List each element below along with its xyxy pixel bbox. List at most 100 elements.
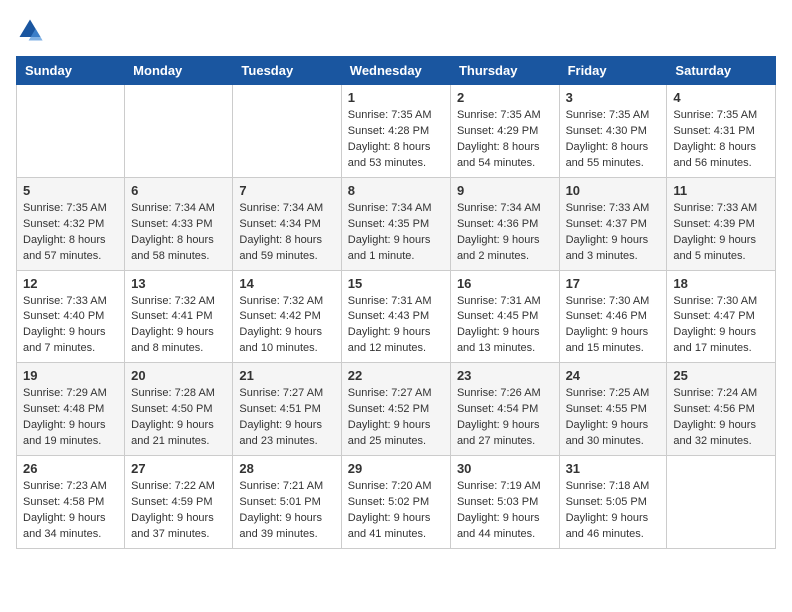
- day-info: Sunrise: 7:34 AM Sunset: 4:35 PM Dayligh…: [348, 201, 444, 265]
- day-info: Sunrise: 7:28 AM Sunset: 4:50 PM Dayligh…: [131, 386, 226, 450]
- day-info: Sunrise: 7:21 AM Sunset: 5:01 PM Dayligh…: [239, 479, 334, 543]
- day-info: Sunrise: 7:32 AM Sunset: 4:41 PM Dayligh…: [131, 294, 226, 358]
- day-number: 30: [457, 461, 553, 476]
- calendar-cell: 30 Sunrise: 7:19 AM Sunset: 5:03 PM Dayli…: [450, 456, 559, 549]
- calendar-cell: 21 Sunrise: 7:27 AM Sunset: 4:51 PM Dayli…: [233, 363, 341, 456]
- logo: [16, 16, 48, 44]
- calendar-cell: 4 Sunrise: 7:35 AM Sunset: 4:31 PM Daylig…: [667, 85, 776, 178]
- calendar-cell: 24 Sunrise: 7:25 AM Sunset: 4:55 PM Dayli…: [559, 363, 667, 456]
- day-number: 18: [673, 276, 769, 291]
- calendar-week-row: 5 Sunrise: 7:35 AM Sunset: 4:32 PM Daylig…: [17, 177, 776, 270]
- day-info: Sunrise: 7:31 AM Sunset: 4:45 PM Dayligh…: [457, 294, 553, 358]
- day-info: Sunrise: 7:34 AM Sunset: 4:34 PM Dayligh…: [239, 201, 334, 265]
- day-info: Sunrise: 7:33 AM Sunset: 4:39 PM Dayligh…: [673, 201, 769, 265]
- day-of-week-header: Monday: [125, 57, 233, 85]
- day-number: 23: [457, 368, 553, 383]
- day-number: 11: [673, 183, 769, 198]
- calendar-week-row: 12 Sunrise: 7:33 AM Sunset: 4:40 PM Dayli…: [17, 270, 776, 363]
- day-of-week-header: Thursday: [450, 57, 559, 85]
- day-info: Sunrise: 7:29 AM Sunset: 4:48 PM Dayligh…: [23, 386, 118, 450]
- calendar-cell: 19 Sunrise: 7:29 AM Sunset: 4:48 PM Dayli…: [17, 363, 125, 456]
- day-number: 5: [23, 183, 118, 198]
- day-number: 7: [239, 183, 334, 198]
- day-info: Sunrise: 7:20 AM Sunset: 5:02 PM Dayligh…: [348, 479, 444, 543]
- calendar-cell: [125, 85, 233, 178]
- day-number: 22: [348, 368, 444, 383]
- calendar-cell: 10Sunrise: 7:33 AM Sunset: 4:37 PM Dayli…: [559, 177, 667, 270]
- day-info: Sunrise: 7:25 AM Sunset: 4:55 PM Dayligh…: [566, 386, 661, 450]
- day-info: Sunrise: 7:32 AM Sunset: 4:42 PM Dayligh…: [239, 294, 334, 358]
- calendar-week-row: 1Sunrise: 7:35 AM Sunset: 4:28 PM Daylig…: [17, 85, 776, 178]
- day-info: Sunrise: 7:18 AM Sunset: 5:05 PM Dayligh…: [566, 479, 661, 543]
- day-number: 10: [566, 183, 661, 198]
- day-info: Sunrise: 7:35 AM Sunset: 4:32 PM Dayligh…: [23, 201, 118, 265]
- calendar-cell: 14 Sunrise: 7:32 AM Sunset: 4:42 PM Dayli…: [233, 270, 341, 363]
- day-info: Sunrise: 7:19 AM Sunset: 5:03 PM Dayligh…: [457, 479, 553, 543]
- day-number: 29: [348, 461, 444, 476]
- calendar-cell: 13 Sunrise: 7:32 AM Sunset: 4:41 PM Dayli…: [125, 270, 233, 363]
- calendar-table: SundayMondayTuesdayWednesdayThursdayFrid…: [16, 56, 776, 549]
- calendar-week-row: 19 Sunrise: 7:29 AM Sunset: 4:48 PM Dayli…: [17, 363, 776, 456]
- day-number: 12: [23, 276, 118, 291]
- day-info: Sunrise: 7:27 AM Sunset: 4:51 PM Dayligh…: [239, 386, 334, 450]
- calendar-cell: 6 Sunrise: 7:34 AM Sunset: 4:33 PM Daylig…: [125, 177, 233, 270]
- day-info: Sunrise: 7:30 AM Sunset: 4:47 PM Dayligh…: [673, 294, 769, 358]
- page-header: [16, 16, 776, 44]
- calendar-cell: [17, 85, 125, 178]
- calendar-cell: 17 Sunrise: 7:30 AM Sunset: 4:46 PM Dayli…: [559, 270, 667, 363]
- calendar-cell: 20Sunrise: 7:28 AM Sunset: 4:50 PM Dayli…: [125, 363, 233, 456]
- calendar-cell: 5 Sunrise: 7:35 AM Sunset: 4:32 PM Daylig…: [17, 177, 125, 270]
- calendar-cell: [667, 456, 776, 549]
- day-info: Sunrise: 7:30 AM Sunset: 4:46 PM Dayligh…: [566, 294, 661, 358]
- calendar-cell: 2 Sunrise: 7:35 AM Sunset: 4:29 PM Daylig…: [450, 85, 559, 178]
- day-of-week-header: Sunday: [17, 57, 125, 85]
- calendar-cell: 31 Sunrise: 7:18 AM Sunset: 5:05 PM Dayli…: [559, 456, 667, 549]
- day-of-week-header: Saturday: [667, 57, 776, 85]
- day-info: Sunrise: 7:35 AM Sunset: 4:28 PM Dayligh…: [348, 108, 444, 172]
- day-number: 14: [239, 276, 334, 291]
- day-number: 3: [566, 90, 661, 105]
- calendar-cell: 15Sunrise: 7:31 AM Sunset: 4:43 PM Dayli…: [341, 270, 450, 363]
- calendar-cell: 27Sunrise: 7:22 AM Sunset: 4:59 PM Dayli…: [125, 456, 233, 549]
- calendar-cell: 22 Sunrise: 7:27 AM Sunset: 4:52 PM Dayli…: [341, 363, 450, 456]
- calendar-cell: 18 Sunrise: 7:30 AM Sunset: 4:47 PM Dayli…: [667, 270, 776, 363]
- logo-icon: [16, 16, 44, 44]
- day-number: 26: [23, 461, 118, 476]
- day-info: Sunrise: 7:22 AM Sunset: 4:59 PM Dayligh…: [131, 479, 226, 543]
- calendar-cell: [233, 85, 341, 178]
- calendar-cell: 12 Sunrise: 7:33 AM Sunset: 4:40 PM Dayli…: [17, 270, 125, 363]
- day-number: 21: [239, 368, 334, 383]
- day-number: 19: [23, 368, 118, 383]
- day-number: 13: [131, 276, 226, 291]
- calendar-cell: 29 Sunrise: 7:20 AM Sunset: 5:02 PM Dayli…: [341, 456, 450, 549]
- day-number: 31: [566, 461, 661, 476]
- day-of-week-header: Wednesday: [341, 57, 450, 85]
- day-of-week-header: Tuesday: [233, 57, 341, 85]
- day-info: Sunrise: 7:26 AM Sunset: 4:54 PM Dayligh…: [457, 386, 553, 450]
- day-number: 25: [673, 368, 769, 383]
- day-info: Sunrise: 7:34 AM Sunset: 4:33 PM Dayligh…: [131, 201, 226, 265]
- calendar-cell: 9 Sunrise: 7:34 AM Sunset: 4:36 PM Daylig…: [450, 177, 559, 270]
- day-info: Sunrise: 7:27 AM Sunset: 4:52 PM Dayligh…: [348, 386, 444, 450]
- day-info: Sunrise: 7:35 AM Sunset: 4:31 PM Dayligh…: [673, 108, 769, 172]
- day-info: Sunrise: 7:35 AM Sunset: 4:30 PM Dayligh…: [566, 108, 661, 172]
- day-number: 6: [131, 183, 226, 198]
- calendar-week-row: 26Sunrise: 7:23 AM Sunset: 4:58 PM Dayli…: [17, 456, 776, 549]
- calendar-cell: 7 Sunrise: 7:34 AM Sunset: 4:34 PM Daylig…: [233, 177, 341, 270]
- calendar-cell: 25Sunrise: 7:24 AM Sunset: 4:56 PM Dayli…: [667, 363, 776, 456]
- calendar-cell: 28Sunrise: 7:21 AM Sunset: 5:01 PM Dayli…: [233, 456, 341, 549]
- calendar-cell: 8Sunrise: 7:34 AM Sunset: 4:35 PM Daylig…: [341, 177, 450, 270]
- day-info: Sunrise: 7:34 AM Sunset: 4:36 PM Dayligh…: [457, 201, 553, 265]
- calendar-cell: 11 Sunrise: 7:33 AM Sunset: 4:39 PM Dayli…: [667, 177, 776, 270]
- day-info: Sunrise: 7:35 AM Sunset: 4:29 PM Dayligh…: [457, 108, 553, 172]
- day-info: Sunrise: 7:33 AM Sunset: 4:40 PM Dayligh…: [23, 294, 118, 358]
- day-number: 2: [457, 90, 553, 105]
- day-number: 4: [673, 90, 769, 105]
- day-number: 17: [566, 276, 661, 291]
- day-number: 24: [566, 368, 661, 383]
- day-number: 9: [457, 183, 553, 198]
- calendar-cell: 23 Sunrise: 7:26 AM Sunset: 4:54 PM Dayli…: [450, 363, 559, 456]
- day-of-week-header: Friday: [559, 57, 667, 85]
- calendar-cell: 3 Sunrise: 7:35 AM Sunset: 4:30 PM Daylig…: [559, 85, 667, 178]
- day-number: 16: [457, 276, 553, 291]
